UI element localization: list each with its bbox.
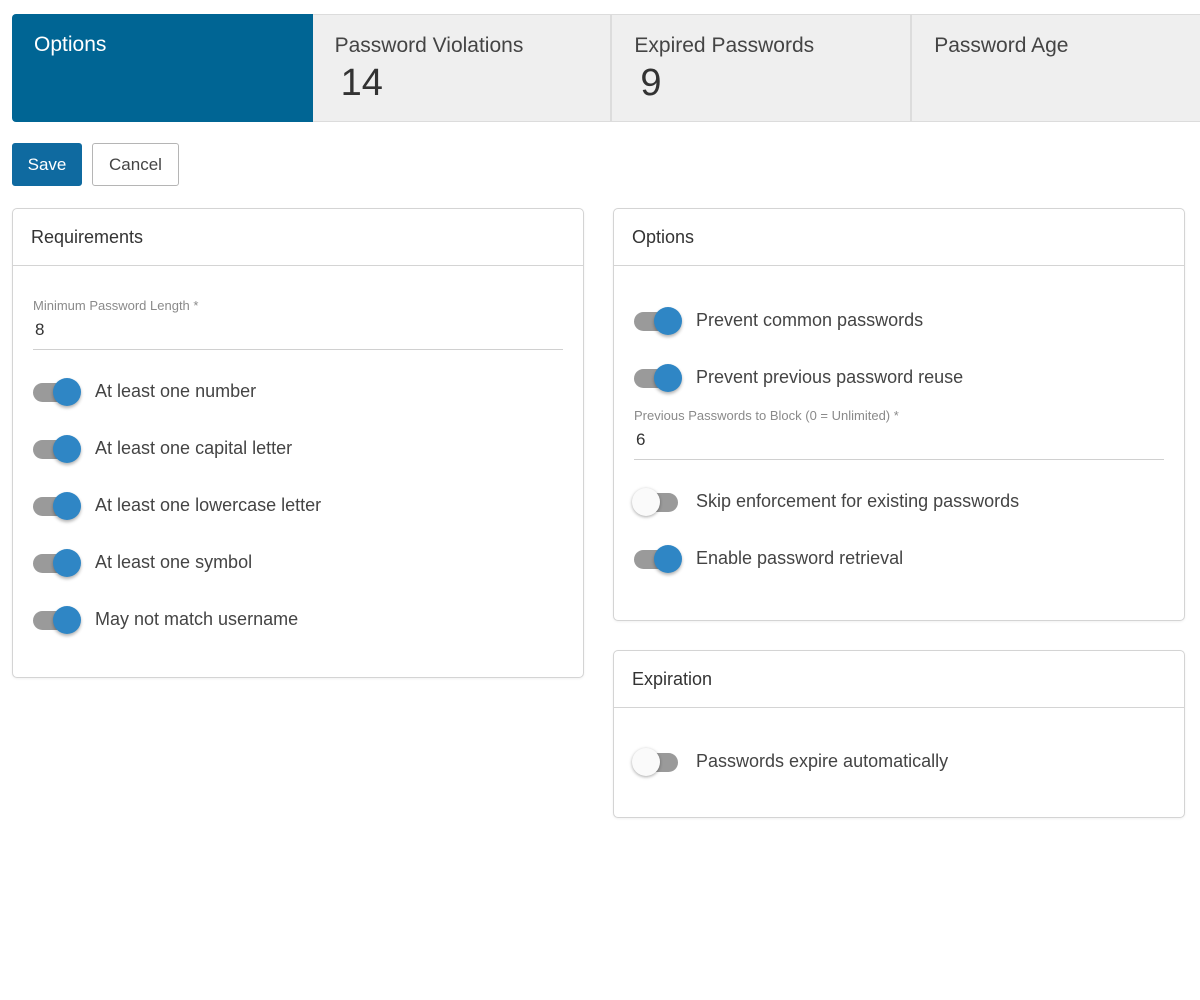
toggle-label: Passwords expire automatically bbox=[696, 751, 949, 771]
toggle-knob bbox=[654, 544, 682, 573]
toggle-row-capital[interactable]: At least one capital letter bbox=[33, 420, 563, 477]
toggle-knob bbox=[654, 363, 682, 392]
toggle-row-number[interactable]: At least one number bbox=[33, 363, 563, 420]
tab-password-age[interactable]: Password Age bbox=[912, 14, 1200, 122]
tab-options[interactable]: Options bbox=[12, 14, 313, 122]
tab-bar: Options Password Violations 14 Expired P… bbox=[12, 14, 1200, 122]
tab-label: Options bbox=[34, 33, 107, 56]
field-label: Previous Passwords to Block (0 = Unlimit… bbox=[634, 408, 899, 423]
action-bar: Save Cancel bbox=[12, 143, 179, 186]
panel-title: Requirements bbox=[13, 209, 583, 266]
toggle-switch[interactable] bbox=[33, 377, 83, 406]
toggle-label: Prevent previous password reuse bbox=[696, 367, 964, 387]
toggle-knob bbox=[654, 306, 682, 335]
toggle-switch[interactable] bbox=[632, 487, 684, 516]
tab-label: Password Age bbox=[934, 34, 1069, 57]
options-panel: Options Prevent common passwords Prevent… bbox=[613, 208, 1185, 621]
toggle-row-expire-automatically[interactable]: Passwords expire automatically bbox=[632, 733, 1164, 790]
toggle-row-common-passwords[interactable]: Prevent common passwords bbox=[634, 292, 1164, 349]
expiration-panel: Expiration Passwords expire automaticall… bbox=[613, 650, 1185, 818]
previous-passwords-input[interactable] bbox=[634, 430, 1164, 450]
toggle-row-password-retrieval[interactable]: Enable password retrieval bbox=[634, 530, 1164, 587]
toggle-switch[interactable] bbox=[33, 548, 83, 577]
expired-count: 9 bbox=[640, 62, 662, 104]
cancel-button[interactable]: Cancel bbox=[92, 143, 179, 186]
toggle-label: At least one capital letter bbox=[95, 438, 293, 458]
toggle-label: May not match username bbox=[95, 609, 299, 629]
previous-passwords-field: Previous Passwords to Block (0 = Unlimit… bbox=[634, 408, 1164, 460]
panel-title: Expiration bbox=[614, 651, 1184, 708]
toggle-row-skip-enforcement[interactable]: Skip enforcement for existing passwords bbox=[632, 473, 1164, 530]
toggle-row-username[interactable]: May not match username bbox=[33, 591, 563, 648]
toggle-knob bbox=[632, 487, 660, 516]
panel-title: Options bbox=[614, 209, 1184, 266]
toggle-switch[interactable] bbox=[33, 434, 83, 463]
toggle-knob bbox=[53, 548, 81, 577]
field-label: Minimum Password Length * bbox=[33, 298, 199, 313]
toggle-switch[interactable] bbox=[632, 747, 684, 776]
toggle-switch[interactable] bbox=[634, 306, 684, 335]
tab-label: Password Violations bbox=[334, 34, 524, 57]
toggle-label: At least one lowercase letter bbox=[95, 495, 322, 515]
toggle-switch[interactable] bbox=[634, 544, 684, 573]
tab-password-violations[interactable]: Password Violations 14 bbox=[312, 14, 613, 122]
toggle-label: Skip enforcement for existing passwords bbox=[696, 491, 1020, 511]
toggle-knob bbox=[53, 491, 81, 520]
toggle-knob bbox=[53, 605, 81, 634]
save-button[interactable]: Save bbox=[12, 143, 82, 186]
toggle-knob bbox=[632, 747, 660, 776]
toggle-label: Prevent common passwords bbox=[696, 310, 924, 330]
min-password-length-field: Minimum Password Length * bbox=[33, 298, 563, 350]
toggle-knob bbox=[53, 434, 81, 463]
requirements-panel: Requirements Minimum Password Length * A… bbox=[12, 208, 584, 678]
toggle-label: Enable password retrieval bbox=[696, 548, 904, 568]
tab-label: Expired Passwords bbox=[634, 34, 815, 57]
toggle-switch[interactable] bbox=[634, 363, 684, 392]
toggle-knob bbox=[53, 377, 81, 406]
toggle-switch[interactable] bbox=[33, 605, 83, 634]
toggle-row-password-reuse[interactable]: Prevent previous password reuse bbox=[634, 349, 1164, 406]
toggle-label: At least one number bbox=[95, 381, 257, 401]
toggle-label: At least one symbol bbox=[95, 552, 253, 572]
toggle-switch[interactable] bbox=[33, 491, 83, 520]
toggle-row-symbol[interactable]: At least one symbol bbox=[33, 534, 563, 591]
tab-expired-passwords[interactable]: Expired Passwords 9 bbox=[612, 14, 913, 122]
toggle-row-lowercase[interactable]: At least one lowercase letter bbox=[33, 477, 563, 534]
min-password-length-input[interactable] bbox=[33, 320, 563, 340]
violations-count: 14 bbox=[340, 62, 383, 104]
